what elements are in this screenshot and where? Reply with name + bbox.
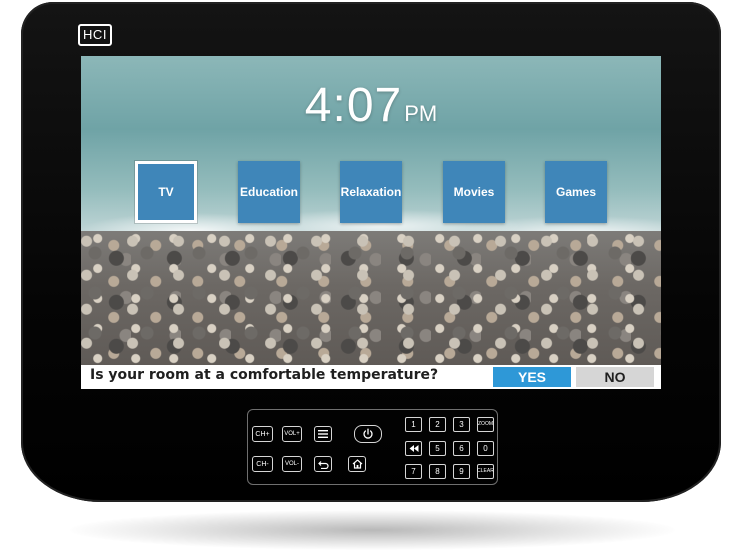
channel-up-button[interactable]: CH+: [252, 426, 273, 442]
key-0[interactable]: 0: [477, 441, 494, 456]
zoom-button[interactable]: ZOOM: [477, 417, 494, 432]
control-panel: CH+ VOL+ CH- VOL- 1 2 3 ZOOM 5 6 0 7 8 9…: [247, 409, 498, 485]
device-shadow: [70, 510, 675, 550]
clock: 4:07PM: [81, 78, 661, 133]
volume-up-button[interactable]: VOL+: [282, 426, 302, 442]
no-button[interactable]: NO: [576, 367, 654, 387]
key-1[interactable]: 1: [405, 417, 422, 432]
key-2[interactable]: 2: [429, 417, 446, 432]
key-6[interactable]: 6: [453, 441, 470, 456]
volume-down-button[interactable]: VOL-: [282, 456, 302, 472]
rewind-button[interactable]: [405, 441, 422, 456]
clock-time: 4:07: [304, 79, 403, 132]
key-7[interactable]: 7: [405, 464, 422, 479]
clear-button[interactable]: CLEAR: [477, 464, 494, 479]
survey-question: Is your room at a comfortable temperatur…: [90, 367, 439, 383]
key-9[interactable]: 9: [453, 464, 470, 479]
home-button[interactable]: [348, 456, 366, 472]
tv-screen: 4:07PM TV Education Relaxation Movies Ga…: [81, 56, 661, 389]
yes-button[interactable]: YES: [493, 367, 571, 387]
power-icon: [363, 428, 373, 439]
menu-tile-games[interactable]: Games: [545, 161, 607, 223]
channel-down-button[interactable]: CH-: [252, 456, 273, 472]
menu-tile-education[interactable]: Education: [238, 161, 300, 223]
key-3[interactable]: 3: [453, 417, 470, 432]
menu-tile-tv[interactable]: TV: [135, 161, 197, 223]
menu-icon: [318, 430, 328, 438]
menu-button[interactable]: [314, 426, 332, 442]
back-button[interactable]: [314, 456, 332, 472]
power-button[interactable]: [354, 425, 382, 443]
hci-logo: HCI: [78, 24, 112, 46]
survey-bar: Is your room at a comfortable temperatur…: [81, 365, 661, 389]
clock-period: PM: [404, 101, 438, 126]
menu-tile-relaxation[interactable]: Relaxation: [340, 161, 402, 223]
back-icon: [317, 460, 329, 469]
key-5[interactable]: 5: [429, 441, 446, 456]
menu-tile-movies[interactable]: Movies: [443, 161, 505, 223]
rewind-icon: [409, 445, 418, 452]
home-icon: [352, 459, 362, 469]
key-8[interactable]: 8: [429, 464, 446, 479]
